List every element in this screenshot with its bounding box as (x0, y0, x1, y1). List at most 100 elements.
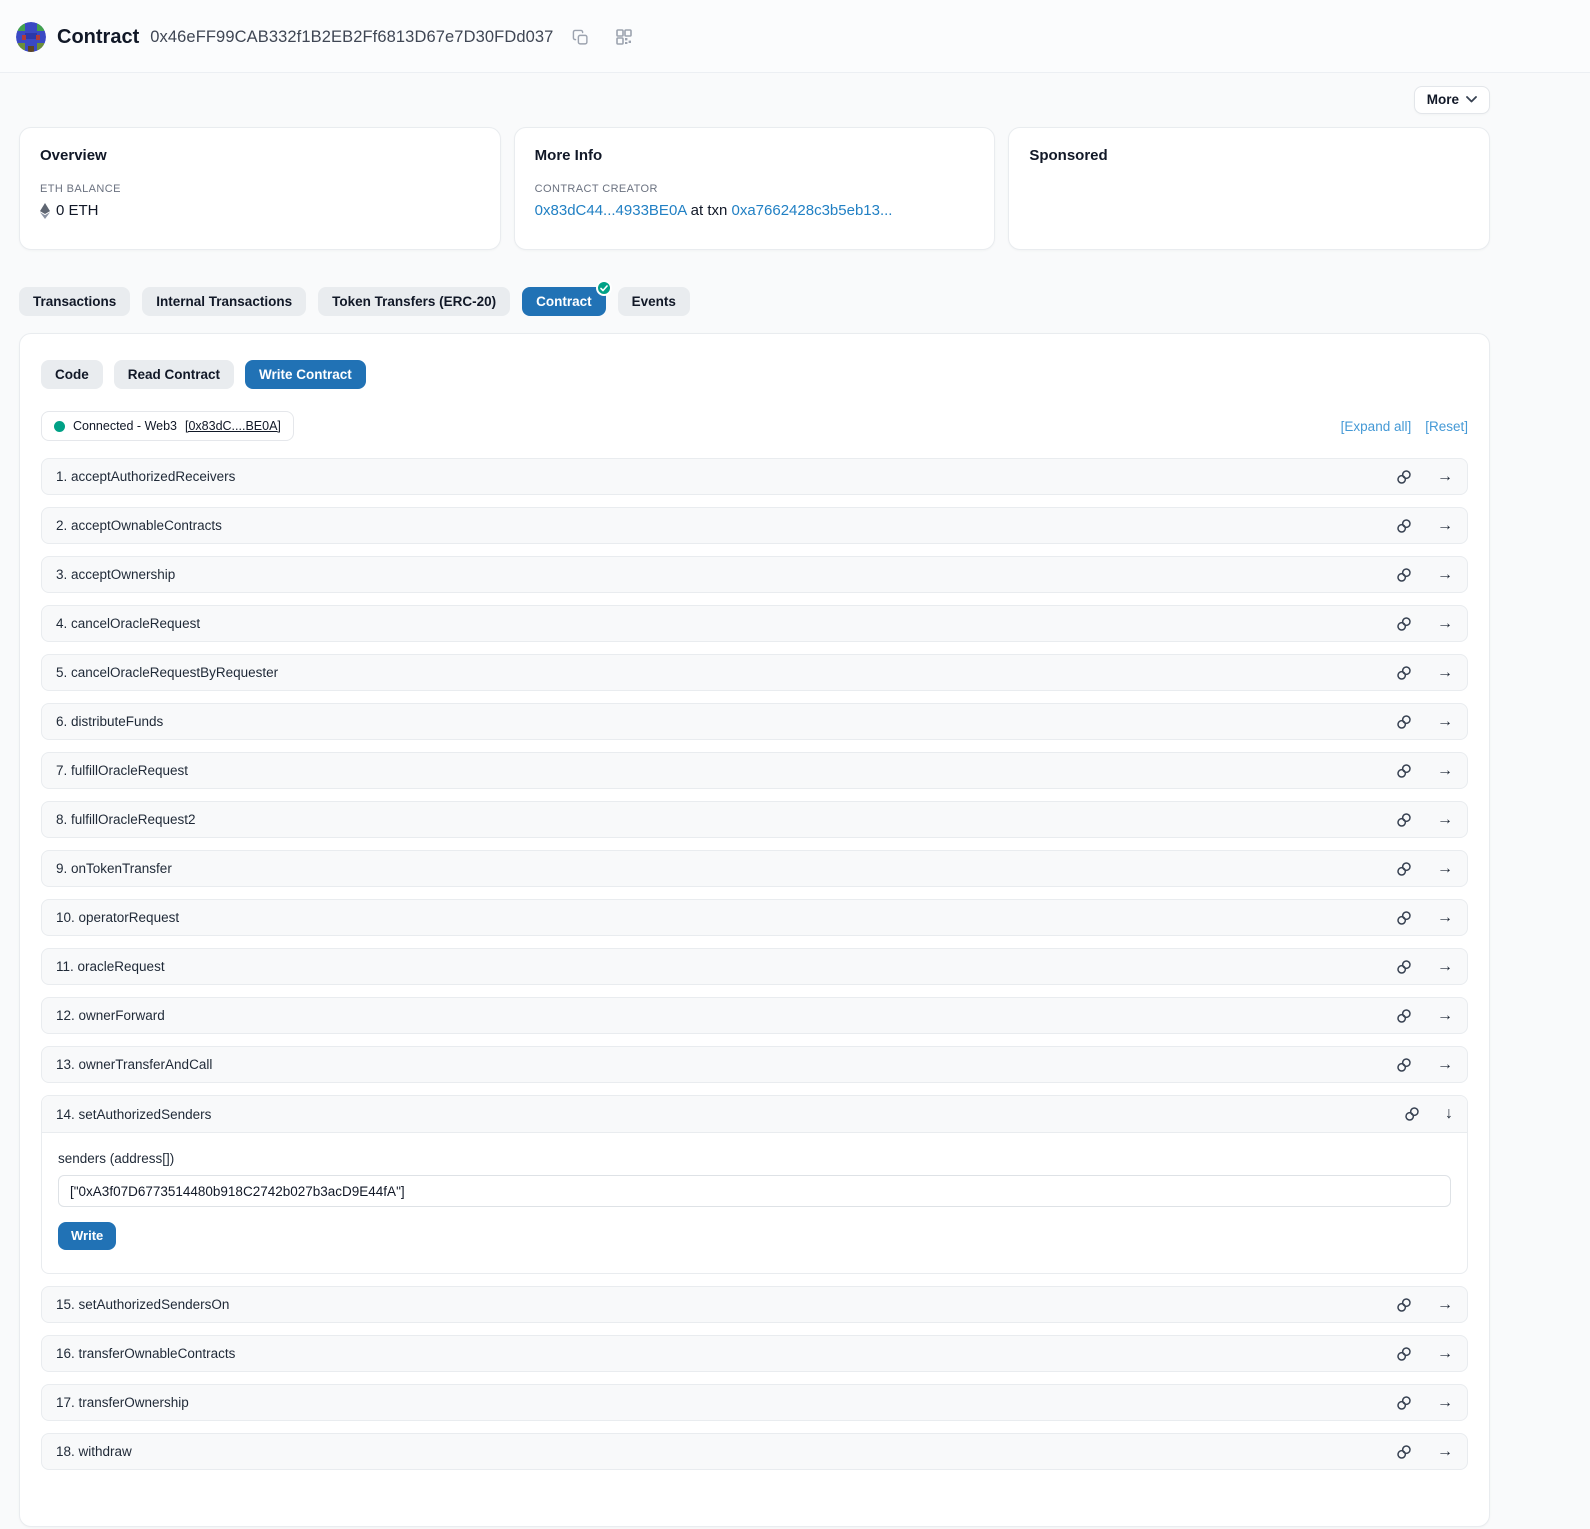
info-cards: Overview ETH BALANCE 0 ETH More Info CON… (19, 127, 1490, 250)
tab-internal-transactions[interactable]: Internal Transactions (142, 287, 306, 316)
qr-code-button[interactable] (614, 27, 634, 47)
subtab-write-contract[interactable]: Write Contract (245, 360, 366, 389)
tab-contract-label: Contract (536, 294, 592, 309)
function-row-ownerTransferAndCall[interactable]: 13. ownerTransferAndCall → (41, 1046, 1468, 1083)
permalink-icon[interactable] (1396, 567, 1412, 583)
permalink-icon[interactable] (1396, 861, 1412, 877)
function-label: 14. setAuthorizedSenders (56, 1107, 211, 1122)
expand-arrow-icon[interactable]: → (1437, 1395, 1453, 1411)
expand-arrow-icon[interactable]: → (1437, 1297, 1453, 1313)
main-tabs: Transactions Internal Transactions Token… (19, 287, 1490, 316)
permalink-icon[interactable] (1396, 616, 1412, 632)
write-button[interactable]: Write (58, 1222, 116, 1250)
function-row-operatorRequest[interactable]: 10. operatorRequest → (41, 899, 1468, 936)
subtab-code[interactable]: Code (41, 360, 103, 389)
function-row-transferOwnership[interactable]: 17. transferOwnership → (41, 1384, 1468, 1421)
permalink-icon[interactable] (1396, 910, 1412, 926)
overview-card-title: Overview (40, 147, 480, 164)
function-label: 15. setAuthorizedSendersOn (56, 1297, 229, 1312)
expand-arrow-icon[interactable]: → (1437, 1008, 1453, 1024)
function-row-acceptOwnership[interactable]: 3. acceptOwnership → (41, 556, 1468, 593)
expand-arrow-icon[interactable]: → (1437, 616, 1453, 632)
permalink-icon[interactable] (1396, 1297, 1412, 1313)
expand-arrow-icon[interactable]: → (1437, 763, 1453, 779)
expand-all-link[interactable]: [Expand all] (1341, 419, 1412, 434)
connected-wallet-link[interactable]: [0x83dC....BE0A] (185, 419, 281, 433)
function-form: senders (address[]) Write (42, 1133, 1467, 1273)
permalink-icon[interactable] (1396, 812, 1412, 828)
sponsored-card: Sponsored (1008, 127, 1490, 250)
expand-arrow-icon[interactable]: → (1437, 567, 1453, 583)
creator-connector-text: at txn (691, 202, 728, 219)
function-label: 1. acceptAuthorizedReceivers (56, 469, 235, 484)
permalink-icon[interactable] (1404, 1106, 1420, 1122)
eth-balance-value: 0 ETH (56, 202, 99, 219)
function-label: 10. operatorRequest (56, 910, 179, 925)
permalink-icon[interactable] (1396, 714, 1412, 730)
function-label: 18. withdraw (56, 1444, 132, 1459)
tab-contract[interactable]: Contract (522, 287, 606, 316)
permalink-icon[interactable] (1396, 1346, 1412, 1362)
permalink-icon[interactable] (1396, 469, 1412, 485)
expand-arrow-icon[interactable]: → (1437, 714, 1453, 730)
function-label: 5. cancelOracleRequestByRequester (56, 665, 278, 680)
function-row-acceptAuthorizedReceivers[interactable]: 1. acceptAuthorizedReceivers → (41, 458, 1468, 495)
function-row-fulfillOracleRequest2[interactable]: 8. fulfillOracleRequest2 → (41, 801, 1468, 838)
expand-arrow-icon[interactable]: → (1437, 959, 1453, 975)
expand-arrow-icon[interactable]: → (1437, 665, 1453, 681)
collapse-arrow-icon[interactable]: ↓ (1445, 1106, 1453, 1122)
expand-arrow-icon[interactable]: → (1437, 812, 1453, 828)
tab-token-transfers[interactable]: Token Transfers (ERC-20) (318, 287, 510, 316)
permalink-icon[interactable] (1396, 1008, 1412, 1024)
permalink-icon[interactable] (1396, 665, 1412, 681)
contract-address: 0x46eFF99CAB332f1B2EB2Ff6813D67e7D30FDd0… (150, 28, 553, 47)
eth-balance-row: 0 ETH (40, 202, 480, 219)
function-label: 17. transferOwnership (56, 1395, 189, 1410)
expand-arrow-icon[interactable]: → (1437, 1346, 1453, 1362)
function-row-setAuthorizedSendersOn[interactable]: 15. setAuthorizedSendersOn → (41, 1286, 1468, 1323)
connected-dot-icon (54, 421, 65, 432)
tab-transactions[interactable]: Transactions (19, 287, 130, 316)
function-row-transferOwnableContracts[interactable]: 16. transferOwnableContracts → (41, 1335, 1468, 1372)
permalink-icon[interactable] (1396, 763, 1412, 779)
function-row-oracleRequest[interactable]: 11. oracleRequest → (41, 948, 1468, 985)
tab-internal-transactions-label: Internal Transactions (156, 294, 292, 309)
expand-arrow-icon[interactable]: → (1437, 469, 1453, 485)
expand-arrow-icon[interactable]: → (1437, 910, 1453, 926)
creator-address-link[interactable]: 0x83dC44...4933BE0A (535, 202, 687, 219)
expand-arrow-icon[interactable]: → (1437, 1057, 1453, 1073)
function-row-setAuthorizedSenders[interactable]: 14. setAuthorizedSenders ↓ (42, 1096, 1467, 1133)
permalink-icon[interactable] (1396, 518, 1412, 534)
contract-avatar-icon (16, 22, 46, 52)
copy-address-button[interactable] (570, 27, 591, 48)
creator-txn-link[interactable]: 0xa7662428c3b5eb13... (732, 202, 893, 219)
connection-status-pill: Connected - Web3 [0x83dC....BE0A] (41, 411, 294, 441)
permalink-icon[interactable] (1396, 1057, 1412, 1073)
function-row-ownerForward[interactable]: 12. ownerForward → (41, 997, 1468, 1034)
function-row-acceptOwnableContracts[interactable]: 2. acceptOwnableContracts → (41, 507, 1468, 544)
more-info-card-title: More Info (535, 147, 975, 164)
expand-arrow-icon[interactable]: → (1437, 861, 1453, 877)
eth-balance-label: ETH BALANCE (40, 183, 480, 195)
function-row-fulfillOracleRequest[interactable]: 7. fulfillOracleRequest → (41, 752, 1468, 789)
function-row-onTokenTransfer[interactable]: 9. onTokenTransfer → (41, 850, 1468, 887)
function-row-cancelOracleRequest[interactable]: 4. cancelOracleRequest → (41, 605, 1468, 642)
senders-input[interactable] (58, 1175, 1451, 1207)
page-header: Contract 0x46eFF99CAB332f1B2EB2Ff6813D67… (0, 0, 1590, 73)
expand-arrow-icon[interactable]: → (1437, 1444, 1453, 1460)
reset-link[interactable]: [Reset] (1425, 419, 1468, 434)
function-label: 4. cancelOracleRequest (56, 616, 200, 631)
expand-arrow-icon[interactable]: → (1437, 518, 1453, 534)
function-row-distributeFunds[interactable]: 6. distributeFunds → (41, 703, 1468, 740)
permalink-icon[interactable] (1396, 1444, 1412, 1460)
permalink-icon[interactable] (1396, 959, 1412, 975)
function-label: 7. fulfillOracleRequest (56, 763, 188, 778)
function-row-cancelOracleRequestByRequester[interactable]: 5. cancelOracleRequestByRequester → (41, 654, 1468, 691)
tab-events[interactable]: Events (618, 287, 690, 316)
subtab-read-contract[interactable]: Read Contract (114, 360, 234, 389)
more-dropdown-button[interactable]: More (1414, 86, 1490, 114)
write-function-list: 1. acceptAuthorizedReceivers → 2. accept… (41, 458, 1468, 1470)
permalink-icon[interactable] (1396, 1395, 1412, 1411)
function-row-withdraw[interactable]: 18. withdraw → (41, 1433, 1468, 1470)
subtab-read-contract-label: Read Contract (128, 367, 220, 382)
